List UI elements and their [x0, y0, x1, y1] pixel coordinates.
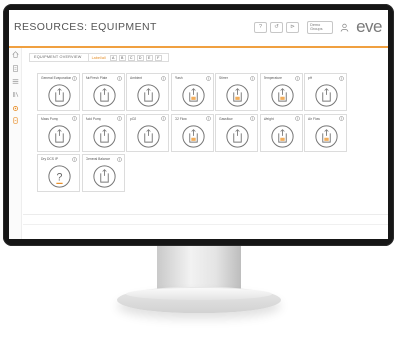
- user-icon[interactable]: [340, 23, 349, 32]
- device-icon: [270, 84, 294, 107]
- device-icon: [92, 165, 116, 188]
- device-icon: [181, 124, 205, 148]
- device-icon: [226, 124, 249, 148]
- filter-letter-e[interactable]: E: [145, 54, 153, 61]
- info-icon[interactable]: [116, 156, 122, 162]
- help-button[interactable]: ?: [254, 21, 268, 33]
- breadcrumb: EQUIPMENT OVERVIEW Label/all A B C D E F: [29, 53, 169, 62]
- settings-icon[interactable]: [12, 105, 19, 112]
- equipment-label: Gassflow: [219, 116, 233, 121]
- monitor-stand-neck: [157, 246, 241, 292]
- equipment-label: Stirrer: [219, 76, 228, 80]
- device-icon: [181, 84, 205, 107]
- info-icon[interactable]: [116, 116, 122, 121]
- equipment-card[interactable]: Gassflow: [215, 113, 258, 152]
- equipment-card[interactable]: Mass Pump: [37, 113, 80, 152]
- monitor-stand-base-top: [126, 288, 272, 300]
- equipment-label: pH: [308, 76, 313, 80]
- device-icon: [270, 124, 294, 148]
- unknown-device-icon: ?: [48, 165, 71, 188]
- equipment-card[interactable]: General Balance: [81, 154, 125, 192]
- equipment-label: General Balance: [85, 157, 111, 161]
- filter-label[interactable]: Label/all: [92, 56, 106, 60]
- info-icon[interactable]: [161, 116, 166, 121]
- svg-text:?: ?: [57, 171, 63, 183]
- breadcrumb-filter: Label/all A B C D E F: [88, 53, 169, 62]
- export-button[interactable]: ⊳: [286, 21, 300, 33]
- equipment-label: O2 Flow: [174, 116, 187, 121]
- info-icon[interactable]: [339, 75, 344, 81]
- page-title: RESOURCES: EQUIPMENT: [14, 21, 157, 33]
- info-icon[interactable]: [339, 116, 344, 121]
- equipment-card[interactable]: Weight: [259, 113, 303, 152]
- filter-letter-a[interactable]: A: [109, 54, 117, 61]
- device-icon: [315, 124, 338, 148]
- header-accent-line: [9, 46, 388, 48]
- equipment-card[interactable]: Flash: [170, 73, 214, 111]
- equipment-card[interactable]: Dry DCS IP?: [37, 154, 80, 192]
- info-icon[interactable]: [161, 75, 166, 81]
- app-header: RESOURCES: EQUIPMENT ? ↺ ⊳ Demo Groups e…: [9, 10, 388, 48]
- info-icon[interactable]: [72, 75, 77, 81]
- info-icon[interactable]: [250, 116, 255, 121]
- equipment-label: Temperature: [263, 76, 283, 80]
- equipment-card[interactable]: Temperature: [259, 73, 303, 111]
- equipment-label: Flash: [174, 76, 183, 80]
- equipment-card[interactable]: pH: [304, 73, 347, 111]
- header-controls: ? ↺ ⊳ Demo Groups eve: [254, 17, 382, 36]
- device-icon: [137, 84, 160, 107]
- library-icon[interactable]: [12, 91, 19, 98]
- equipment-label: Dry DCS IP: [41, 157, 59, 161]
- info-icon[interactable]: [72, 156, 77, 162]
- device-icon: [92, 84, 116, 107]
- info-icon[interactable]: [116, 75, 122, 81]
- filter-letter-d[interactable]: D: [136, 54, 144, 61]
- resource-icon[interactable]: [12, 117, 19, 124]
- monitor-bezel: RESOURCES: EQUIPMENT ? ↺ ⊳ Demo Groups e…: [3, 4, 394, 246]
- equipment-label: Air Flow: [308, 116, 320, 121]
- list-icon[interactable]: [12, 78, 19, 85]
- equipment-card[interactable]: pO2: [126, 113, 169, 152]
- filter-letter-f[interactable]: F: [154, 54, 162, 61]
- equipment-card[interactable]: Ambient: [126, 73, 169, 111]
- brand-logo: eve: [356, 17, 382, 36]
- device-icon: [226, 84, 249, 107]
- equipment-label: Acid Pump: [85, 116, 102, 121]
- info-icon[interactable]: [294, 116, 300, 121]
- refresh-button[interactable]: ↺: [270, 21, 284, 33]
- info-icon[interactable]: [250, 75, 255, 81]
- content-divider: [23, 214, 388, 215]
- device-icon: [315, 84, 338, 107]
- equipment-label: Weight: [263, 116, 274, 121]
- equipment-label: General Evaporation: [41, 76, 72, 80]
- equipment-card[interactable]: O2 Flow: [170, 113, 214, 152]
- content-divider: [23, 224, 388, 225]
- filter-letter-c[interactable]: C: [127, 54, 135, 61]
- device-icon: [48, 124, 71, 148]
- equipment-label: Air/Fresh Plate: [85, 76, 108, 80]
- equipment-card[interactable]: Air Flow: [304, 113, 347, 152]
- device-icon: [48, 84, 71, 107]
- sidebar: [9, 48, 22, 239]
- monitor-screen: RESOURCES: EQUIPMENT ? ↺ ⊳ Demo Groups e…: [9, 10, 388, 239]
- info-icon[interactable]: [205, 116, 211, 121]
- equipment-card[interactable]: General Evaporation: [37, 73, 80, 111]
- info-icon[interactable]: [72, 116, 77, 121]
- device-icon: [92, 124, 116, 148]
- document-icon[interactable]: [12, 65, 19, 72]
- filter-letter-b[interactable]: B: [118, 54, 126, 61]
- equipment-label: Ambient: [130, 76, 143, 80]
- home-icon[interactable]: [12, 51, 19, 58]
- group-select[interactable]: Demo Groups: [307, 20, 334, 34]
- equipment-card[interactable]: Stirrer: [215, 73, 258, 111]
- equipment-card[interactable]: Acid Pump: [81, 113, 125, 152]
- breadcrumb-overview[interactable]: EQUIPMENT OVERVIEW: [29, 53, 89, 62]
- equipment-label: Mass Pump: [41, 116, 59, 121]
- equipment-card[interactable]: Air/Fresh Plate: [81, 73, 125, 111]
- info-icon[interactable]: [294, 75, 300, 81]
- info-icon[interactable]: [205, 75, 211, 81]
- device-icon: [137, 124, 160, 148]
- equipment-label: pO2: [130, 116, 137, 121]
